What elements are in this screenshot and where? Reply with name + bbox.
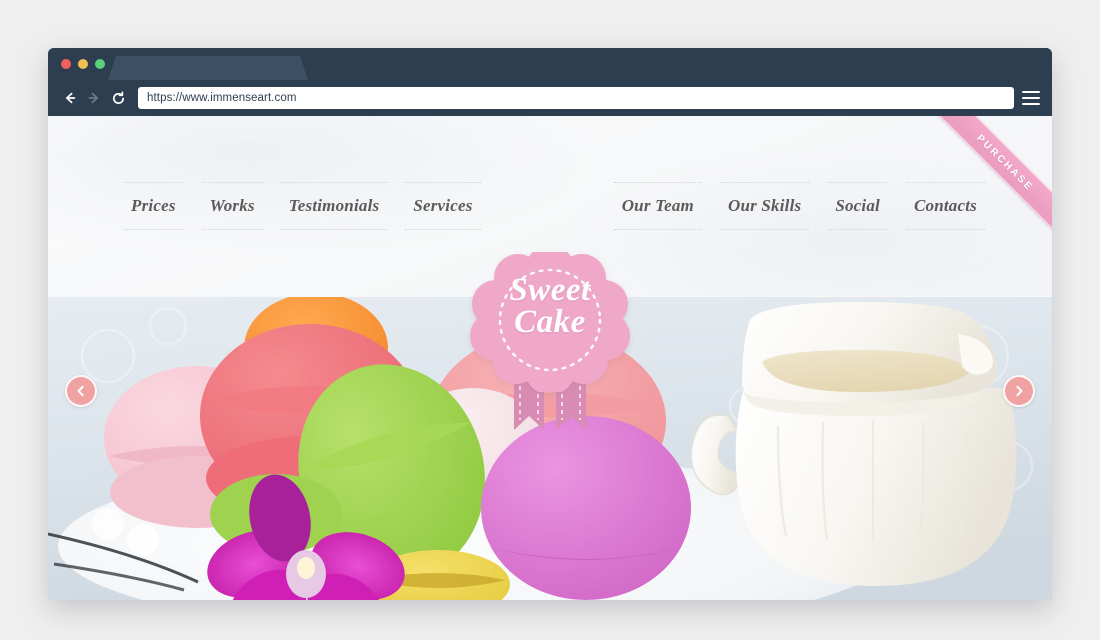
browser-address-bar: https://www.immenseart.com (48, 80, 1052, 116)
purchase-ribbon-label: PURCHASE (974, 132, 1036, 194)
browser-window: https://www.immenseart.com Prices Works … (48, 48, 1052, 600)
nav-item-services[interactable]: Services (405, 182, 481, 230)
close-window-button[interactable] (61, 59, 71, 69)
purchase-ribbon-button[interactable]: PURCHASE (922, 116, 1052, 246)
url-input[interactable]: https://www.immenseart.com (138, 87, 1014, 109)
reload-icon[interactable] (108, 88, 128, 108)
nav-item-testimonials[interactable]: Testimonials (280, 182, 387, 230)
logo-badge (470, 252, 630, 392)
browser-tab-strip (48, 48, 1052, 80)
site-viewport: Prices Works Testimonials Services Our T… (48, 116, 1052, 600)
maximize-window-button[interactable] (95, 59, 105, 69)
nav-item-our-skills[interactable]: Our Skills (719, 182, 810, 230)
window-controls (61, 59, 105, 69)
hamburger-menu-icon[interactable] (1022, 91, 1040, 105)
slider-prev-button[interactable] (65, 375, 97, 407)
forward-arrow-icon[interactable] (84, 88, 104, 108)
nav-item-our-team[interactable]: Our Team (613, 182, 703, 230)
corner-ribbon-area: PURCHASE (922, 116, 1052, 246)
browser-tab[interactable] (108, 56, 308, 80)
slider-next-button[interactable] (1003, 375, 1035, 407)
nav-item-social[interactable]: Social (827, 182, 888, 230)
back-arrow-icon[interactable] (60, 88, 80, 108)
nav-item-prices[interactable]: Prices (123, 182, 184, 230)
nav-item-works[interactable]: Works (201, 182, 263, 230)
minimize-window-button[interactable] (78, 59, 88, 69)
primary-nav-left: Prices Works Testimonials Services (114, 116, 490, 296)
site-logo[interactable]: Sweet Cake (470, 252, 630, 442)
